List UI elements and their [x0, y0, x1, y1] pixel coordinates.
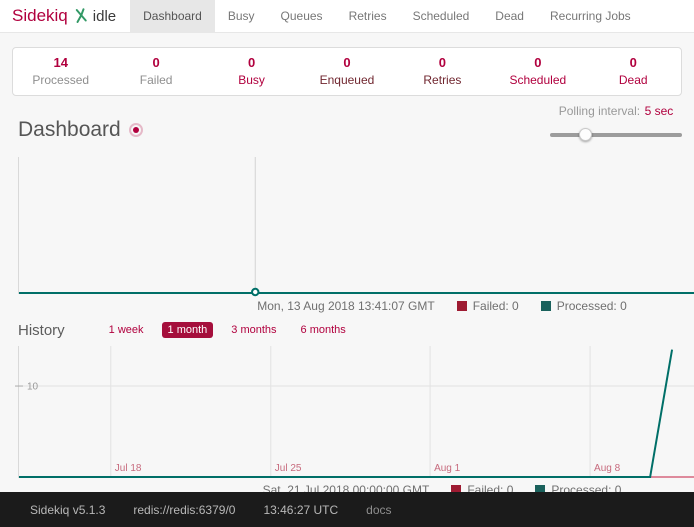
- stat-item: 0 Scheduled: [490, 55, 585, 87]
- history-chart[interactable]: 10 Jul 18 Jul 25 Aug 1 Aug 8: [18, 346, 694, 478]
- stat-item: 0 Dead: [586, 55, 681, 87]
- legend-failed-label: Failed: 0: [473, 299, 519, 313]
- nav-tab[interactable]: Retries: [336, 0, 400, 32]
- history-range-button[interactable]: 1 month: [162, 322, 214, 338]
- svg-text:Aug 1: Aug 1: [434, 463, 461, 474]
- dashboard-header: Dashboard Polling interval: 5 sec: [18, 110, 676, 152]
- stat-value: 0: [395, 55, 490, 70]
- slider-thumb[interactable]: [579, 128, 592, 141]
- svg-text:10: 10: [27, 382, 39, 393]
- polling-slider[interactable]: [550, 128, 682, 141]
- history-header: History 1 week 1 month 3 months 6 months: [18, 320, 694, 340]
- history-range-button[interactable]: 6 months: [295, 322, 352, 338]
- polling-value: 5 sec: [645, 104, 674, 118]
- footer-docs-link[interactable]: docs: [366, 503, 391, 517]
- stat-item: 0 Busy: [204, 55, 299, 87]
- stats-summary: 14 Processed 0 Failed 0 Busy 0 Enqueued …: [12, 47, 682, 96]
- svg-text:Jul 18: Jul 18: [115, 463, 142, 474]
- footer-time: 13:46:27 UTC: [263, 503, 338, 517]
- stat-value: 0: [299, 55, 394, 70]
- stat-item: 0 Retries: [395, 55, 490, 87]
- stat-value: 0: [586, 55, 681, 70]
- stat-label[interactable]: Retries: [395, 73, 490, 87]
- history-range-button[interactable]: 1 week: [103, 322, 150, 338]
- legend-processed-label: Processed: 0: [557, 299, 627, 313]
- stat-label[interactable]: Dead: [586, 73, 681, 87]
- processed-swatch-icon: [541, 301, 551, 311]
- nav-tab[interactable]: Queues: [268, 0, 336, 32]
- history-range-button[interactable]: 3 months: [225, 322, 282, 338]
- realtime-chart[interactable]: [18, 157, 694, 294]
- failed-swatch-icon: [457, 301, 467, 311]
- status-text: idle: [93, 8, 116, 25]
- nav-tab[interactable]: Scheduled: [400, 0, 483, 32]
- stat-item: 14 Processed: [13, 55, 108, 87]
- svg-text:Jul 25: Jul 25: [275, 463, 302, 474]
- polling-interval: Polling interval: 5 sec: [546, 102, 686, 141]
- legend-failed: Failed: 0: [457, 299, 519, 313]
- nav-tab[interactable]: Busy: [215, 0, 268, 32]
- footer: Sidekiq v5.1.3 redis://redis:6379/0 13:4…: [0, 492, 694, 527]
- top-navbar: Sidekiq idle DashboardBusyQueuesRetriesS…: [0, 0, 694, 33]
- stat-label: Failed: [108, 73, 203, 87]
- history-range-buttons: 1 week 1 month 3 months 6 months: [103, 322, 352, 338]
- stat-item: 0 Failed: [108, 55, 203, 87]
- stat-value: 14: [13, 55, 108, 70]
- stat-label[interactable]: Busy: [204, 73, 299, 87]
- legend-timestamp: Mon, 13 Aug 2018 13:41:07 GMT: [257, 299, 434, 313]
- realtime-legend: Mon, 13 Aug 2018 13:41:07 GMT Failed: 0 …: [0, 298, 694, 313]
- nav-tabs: DashboardBusyQueuesRetriesScheduledDeadR…: [130, 0, 644, 32]
- legend-processed: Processed: 0: [541, 299, 627, 313]
- brand-name: Sidekiq: [12, 6, 68, 26]
- stat-value: 0: [204, 55, 299, 70]
- history-title: History: [18, 322, 65, 339]
- footer-version: Sidekiq v5.1.3: [30, 503, 105, 517]
- stat-item: 0 Enqueued: [299, 55, 394, 87]
- stat-value: 0: [490, 55, 585, 70]
- stat-label: Processed: [13, 73, 108, 87]
- sidekiq-logo-icon: [73, 8, 88, 24]
- slider-track[interactable]: [550, 133, 682, 137]
- nav-tab[interactable]: Dashboard: [130, 0, 215, 32]
- stat-value: 0: [108, 55, 203, 70]
- svg-text:Aug 8: Aug 8: [594, 463, 621, 474]
- polling-label: Polling interval:: [559, 104, 640, 118]
- live-beacon-icon: [129, 123, 143, 137]
- nav-tab[interactable]: Dead: [482, 0, 537, 32]
- stat-label[interactable]: Enqueued: [299, 73, 394, 87]
- nav-tab[interactable]: Recurring Jobs: [537, 0, 644, 32]
- stat-label[interactable]: Scheduled: [490, 73, 585, 87]
- footer-redis-url: redis://redis:6379/0: [133, 503, 235, 517]
- brand[interactable]: Sidekiq idle: [0, 0, 130, 32]
- page-title-text: Dashboard: [18, 118, 121, 142]
